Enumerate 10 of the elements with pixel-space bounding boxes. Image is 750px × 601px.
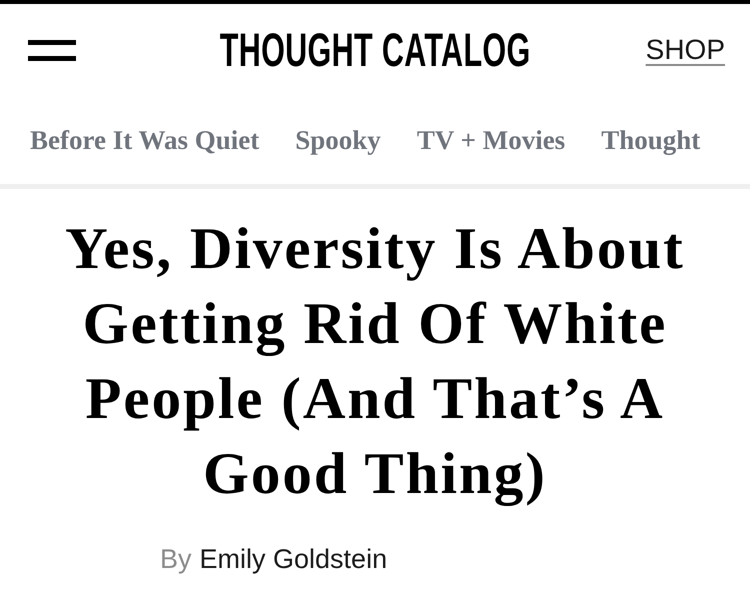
- site-logo[interactable]: THOUGHT CATALOG: [220, 30, 530, 70]
- nav-link[interactable]: Before It Was Quiet: [30, 124, 260, 156]
- shop-link[interactable]: SHOP: [646, 35, 725, 65]
- article-title: Yes, Diversity Is About Getting Rid Of White People (And That’s A Good Thing): [64, 214, 686, 508]
- author-link[interactable]: Emily Goldstein: [200, 543, 388, 575]
- menu-icon[interactable]: [28, 40, 76, 60]
- byline-prefix: By: [160, 543, 192, 575]
- nav-link[interactable]: TV + Movies: [416, 124, 566, 156]
- nav-link[interactable]: Spooky: [295, 124, 381, 156]
- nav-link[interactable]: Thought: [601, 124, 700, 156]
